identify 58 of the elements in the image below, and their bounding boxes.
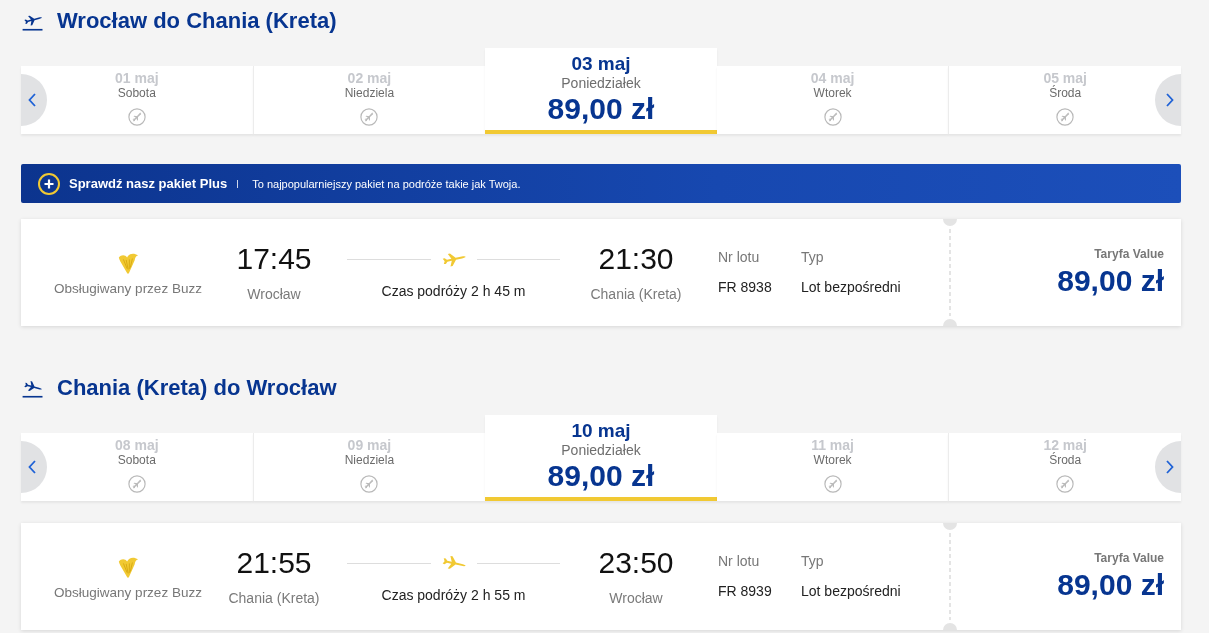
promo-banner[interactable]: Sprawdź nasz pakiet Plus To najpopularniejszy pakiet na podróże takie jak Twoja. bbox=[21, 164, 1181, 203]
date-tab[interactable]: 09 maj Niedziela bbox=[252, 433, 486, 501]
no-flight-icon bbox=[1056, 108, 1075, 126]
promo-title: Sprawdź nasz pakiet Plus bbox=[69, 176, 228, 191]
fare-label: Taryfa Value bbox=[1094, 247, 1164, 261]
fare-label: Taryfa Value bbox=[1094, 551, 1164, 565]
flight-number-label: Nr lotu bbox=[718, 552, 760, 570]
harp-logo-icon bbox=[117, 252, 139, 276]
flight-type-label: Typ bbox=[801, 552, 824, 570]
fare-price: 89,00 zł bbox=[1057, 264, 1164, 298]
flight-duration: Czas podróży 2 h 45 m bbox=[381, 283, 526, 299]
departure-city: Chania (Kreta) bbox=[228, 589, 320, 607]
flight-type: Lot bezpośredni bbox=[801, 582, 901, 600]
flight-card[interactable]: Obsługiwany przez Buzz 21:55 Chania (Kreta) Czas podróży 2 h 55 m 23:50 Wrocław Nr lotu FR 8939 Typ Lot bezpośredni Taryfa Value 89,00 zł bbox=[21, 523, 1181, 630]
date-tab[interactable]: 02 maj Niedziela bbox=[252, 66, 486, 134]
no-flight-icon bbox=[360, 108, 379, 126]
plus-circle-icon bbox=[38, 172, 60, 195]
date-tab[interactable]: 10 maj Poniedziałek 89,00 zł bbox=[485, 415, 717, 501]
flight-type: Lot bezpośredni bbox=[801, 278, 901, 296]
chevron-left-icon bbox=[28, 460, 36, 474]
date-tab[interactable]: 01 maj Sobota bbox=[21, 66, 253, 134]
operator-label: Obsługiwany przez Buzz bbox=[54, 281, 202, 297]
arrival-city: Chania (Kreta) bbox=[590, 285, 682, 303]
arrival-time: 23:50 bbox=[598, 546, 674, 580]
chevron-right-icon bbox=[1166, 93, 1174, 107]
departure-time: 17:45 bbox=[236, 242, 312, 276]
date-tab[interactable]: 08 maj Sobota bbox=[21, 433, 253, 501]
operator-label: Obsługiwany przez Buzz bbox=[54, 585, 202, 601]
flight-card[interactable]: Obsługiwany przez Buzz 17:45 Wrocław Czas podróży 2 h 45 m 21:30 Chania (Kreta) Nr lotu FR 8938 Typ Lot bezpośredni Taryfa Value 89,00 zł bbox=[21, 219, 1181, 326]
no-flight-icon bbox=[127, 108, 146, 126]
flight-duration: Czas podróży 2 h 55 m bbox=[381, 587, 526, 603]
flight-type-label: Typ bbox=[801, 248, 824, 266]
no-flight-icon bbox=[1056, 475, 1075, 493]
harp-logo-icon bbox=[117, 556, 139, 580]
date-tab[interactable]: 04 maj Wtorek bbox=[716, 66, 949, 134]
fare-price: 89,00 zł bbox=[1057, 568, 1164, 602]
no-flight-icon bbox=[823, 108, 842, 126]
section-title: Wrocław do Chania (Kreta) bbox=[57, 7, 337, 35]
date-tab[interactable]: 05 maj Środa bbox=[948, 66, 1181, 134]
no-flight-icon bbox=[823, 475, 842, 493]
flight-number: FR 8939 bbox=[718, 582, 772, 600]
date-tab[interactable]: 12 maj Środa bbox=[948, 433, 1181, 501]
no-flight-icon bbox=[360, 475, 379, 493]
flight-number: FR 8938 bbox=[718, 278, 772, 296]
departure-time: 21:55 bbox=[236, 546, 312, 580]
departure-city: Wrocław bbox=[247, 285, 301, 303]
arrival-time: 21:30 bbox=[598, 242, 674, 276]
chevron-left-icon bbox=[28, 93, 36, 107]
section-title: Chania (Kreta) do Wrocław bbox=[57, 374, 337, 402]
flight-number-label: Nr lotu bbox=[718, 248, 760, 266]
chevron-right-icon bbox=[1166, 460, 1174, 474]
promo-text: To najpopularniejszy pakiet na podróże takie jak Twoja. bbox=[252, 177, 521, 190]
plane-landing-icon bbox=[22, 378, 44, 398]
date-tab[interactable]: 11 maj Wtorek bbox=[716, 433, 949, 501]
plane-icon bbox=[440, 554, 467, 572]
date-tab[interactable]: 03 maj Poniedziałek 89,00 zł bbox=[485, 48, 717, 134]
arrival-city: Wrocław bbox=[609, 589, 663, 607]
no-flight-icon bbox=[127, 475, 146, 493]
